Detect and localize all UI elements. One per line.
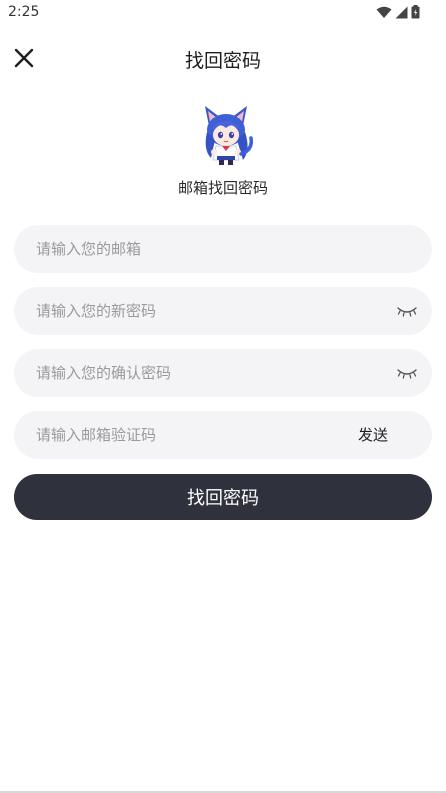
header: 找回密码 xyxy=(0,36,446,80)
battery-icon xyxy=(411,5,420,19)
wifi-icon xyxy=(376,6,392,18)
status-bar: 2:25 xyxy=(0,0,446,24)
send-code-button[interactable]: 发送 xyxy=(358,424,388,445)
status-icons xyxy=(376,5,420,19)
new-password-field[interactable] xyxy=(14,287,432,335)
confirm-password-field-container xyxy=(14,349,432,397)
page-title: 找回密码 xyxy=(184,50,261,72)
subtitle: 邮箱找回密码 xyxy=(177,179,268,197)
signal-icon xyxy=(395,6,408,18)
mascot-avatar xyxy=(197,104,255,166)
eye-closed-icon[interactable] xyxy=(396,304,418,318)
recover-password-button[interactable]: 找回密码 xyxy=(14,474,432,520)
new-password-field-container xyxy=(14,287,432,335)
status-time: 2:25 xyxy=(8,4,40,20)
verification-code-field-container: 发送 xyxy=(14,411,432,459)
anime-mascot-icon xyxy=(205,106,254,165)
email-field[interactable] xyxy=(14,225,432,273)
eye-closed-icon[interactable] xyxy=(396,366,418,380)
email-field-container xyxy=(14,225,432,273)
confirm-password-field[interactable] xyxy=(14,349,432,397)
